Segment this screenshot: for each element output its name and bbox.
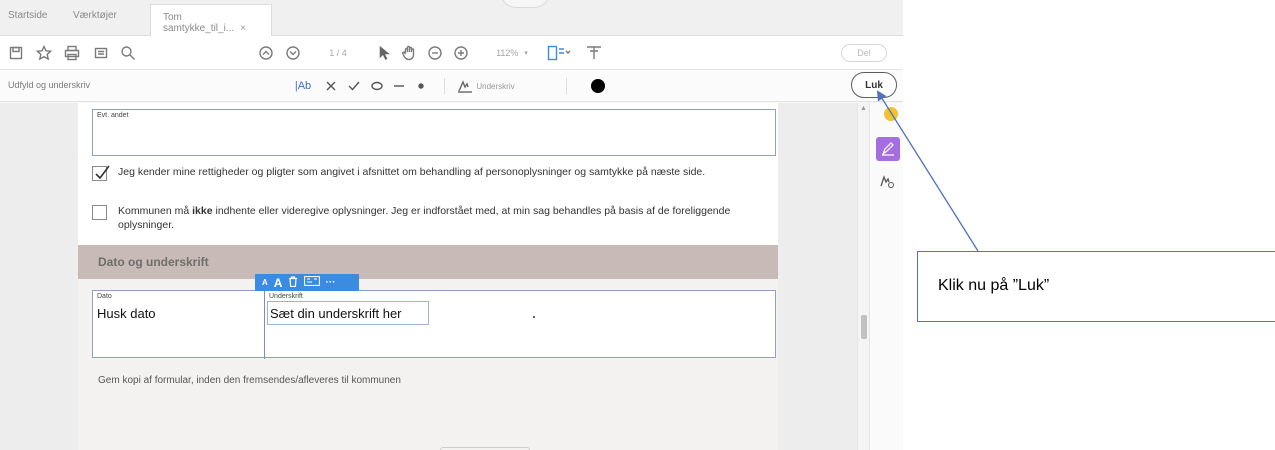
document-viewport: Evt. andet Jeg kender mine rettigheder o…: [0, 103, 857, 450]
other-comments-label: Evt. andet: [97, 112, 129, 119]
decrease-font-button[interactable]: A: [262, 278, 268, 287]
previous-page-icon[interactable]: [256, 36, 276, 70]
hand-tool-icon[interactable]: [399, 36, 419, 70]
refuse-text-start: Kommunen må: [118, 205, 193, 217]
comment-tool-icon[interactable]: [884, 107, 898, 121]
date-signature-table: Dato Husk dato Underskrift Sæt din under…: [92, 290, 776, 359]
text-edit-mini-toolbar: A A ···: [255, 274, 359, 291]
refuse-checkbox[interactable]: [92, 205, 107, 220]
toolbar-divider: [444, 78, 445, 94]
close-tab-icon[interactable]: ×: [240, 23, 246, 34]
field-type-icon[interactable]: [304, 276, 321, 289]
next-page-icon[interactable]: [283, 36, 303, 70]
tab-bar: Startside Værktøjer Tom samtykke_til_i..…: [0, 0, 903, 36]
footer-note: Gem kopi af formular, inden den fremsend…: [98, 375, 401, 386]
search-icon[interactable]: [118, 36, 138, 70]
table-divider: [264, 291, 265, 359]
increase-font-button[interactable]: A: [274, 276, 283, 290]
scroll-up-icon[interactable]: ▲: [860, 105, 867, 112]
instruction-text: Klik nu på ”Luk”: [938, 277, 1050, 294]
fill-and-sign-tool-icon[interactable]: [876, 137, 900, 161]
consent-text: Jeg kender mine rettigheder og pligter s…: [118, 166, 706, 178]
zoom-out-icon[interactable]: [425, 36, 445, 70]
color-picker-swatch[interactable]: [591, 79, 605, 93]
zoom-level-dropdown[interactable]: 112% ▾: [486, 36, 538, 70]
circle-shape-icon[interactable]: [368, 70, 386, 102]
sign-button-label: Underskriv: [476, 81, 515, 91]
select-cursor-icon[interactable]: [374, 36, 394, 70]
delete-icon[interactable]: [288, 275, 298, 290]
check-mark-icon: [95, 165, 110, 180]
bookmark-star-icon[interactable]: [34, 36, 54, 70]
chevron-down-icon: ▾: [524, 50, 528, 57]
signature-field[interactable]: Sæt din underskrift her: [270, 306, 402, 321]
comment-tool-icon[interactable]: [583, 36, 605, 70]
cross-mark-icon[interactable]: [322, 70, 340, 102]
line-shape-icon[interactable]: [390, 70, 408, 102]
vertical-scrollbar[interactable]: ▲: [857, 103, 869, 450]
sign-button[interactable]: Underskriv: [456, 70, 516, 102]
fill-and-sign-toolbar: Udfyld og underskriv |Ab Underskriv: [0, 70, 903, 102]
refuse-text: Kommunen må ikke indhente eller videregi…: [118, 204, 758, 232]
refuse-text-bold: ikke: [192, 205, 213, 217]
pdf-reader-window: Startside Værktøjer Tom samtykke_til_i..…: [0, 0, 903, 450]
consent-checkbox[interactable]: [92, 165, 110, 181]
dot-shape-icon[interactable]: [412, 70, 430, 102]
close-fill-and-sign-button[interactable]: Luk: [851, 72, 897, 98]
tab-tools[interactable]: Værktøjer: [73, 10, 117, 21]
date-field[interactable]: Husk dato: [97, 306, 156, 321]
page-indicator[interactable]: 1 / 4: [318, 36, 358, 70]
date-label: Dato: [97, 293, 112, 300]
share-button[interactable]: Del: [841, 44, 887, 62]
signature-tool-icon[interactable]: [879, 173, 895, 194]
screenshot: Startside Værktøjer Tom samtykke_til_i..…: [0, 0, 1275, 450]
signature-label: Underskrift: [269, 293, 303, 300]
instruction-callout: Klik nu på ”Luk”: [917, 251, 1275, 322]
add-text-tool[interactable]: |Ab: [288, 70, 318, 102]
toolbar-divider: [566, 78, 567, 94]
right-tools-panel: [869, 103, 903, 450]
save-icon[interactable]: [6, 36, 26, 70]
window-notch: [500, 0, 550, 8]
fit-page-icon[interactable]: [545, 36, 573, 70]
zoom-level-value: 112%: [496, 48, 519, 58]
main-toolbar: 1 / 4 112% ▾ Del: [0, 36, 903, 70]
print-icon[interactable]: [62, 36, 82, 70]
cursor-dot: [533, 316, 535, 318]
section-heading: Dato og underskrift: [78, 245, 778, 279]
check-mark-icon[interactable]: [345, 70, 363, 102]
section-title: Dato og underskrift: [98, 255, 209, 269]
fill-and-sign-title: Udfyld og underskriv: [8, 80, 91, 90]
document-page: Evt. andet Jeg kender mine rettigheder o…: [78, 103, 778, 450]
tab-document-label: Tom samtykke_til_i...: [163, 12, 235, 34]
tab-document[interactable]: Tom samtykke_til_i... ×: [150, 4, 272, 36]
zoom-in-icon[interactable]: [451, 36, 471, 70]
more-options-icon[interactable]: ···: [325, 277, 335, 288]
other-comments-field[interactable]: Evt. andet: [92, 109, 776, 156]
email-icon[interactable]: [91, 36, 111, 70]
tab-home[interactable]: Startside: [8, 10, 47, 21]
scrollbar-thumb[interactable]: [861, 315, 867, 339]
